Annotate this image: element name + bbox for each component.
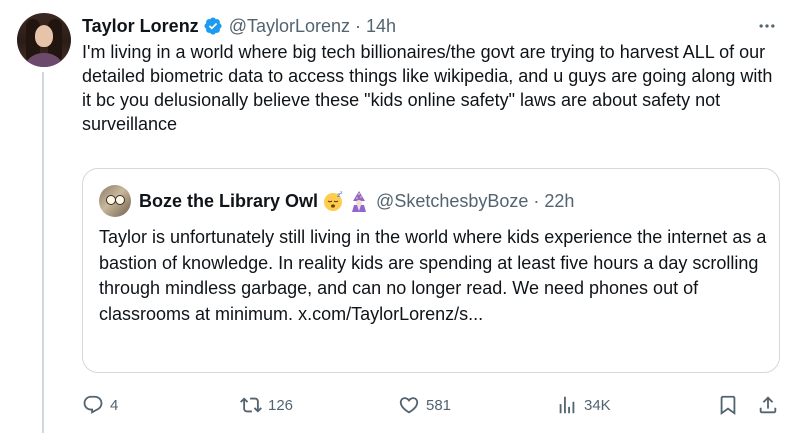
reply-icon xyxy=(82,394,104,416)
bookmark-icon xyxy=(717,394,739,416)
quoted-tweet-text: Taylor is unfortunately still living in … xyxy=(99,225,769,327)
quoted-tweet[interactable]: Boze the Library Owl z z @SketchesbyBoze… xyxy=(82,168,780,373)
quoted-tweet-link[interactable]: x.com/TaylorLorenz/s... xyxy=(298,304,483,324)
thread-line xyxy=(42,72,44,433)
verified-badge-icon xyxy=(203,16,223,36)
quoted-tweet-timestamp: 22h xyxy=(544,190,575,211)
more-options-icon[interactable] xyxy=(755,14,779,38)
share-icon xyxy=(757,394,779,416)
quoted-header-separator: · xyxy=(533,190,540,211)
tweet[interactable]: Taylor Lorenz @TaylorLorenz · 14h I'm li… xyxy=(0,0,799,433)
views-count: 34K xyxy=(584,396,611,414)
quoted-author-handle: @SketchesbyBoze xyxy=(376,190,529,211)
like-count: 581 xyxy=(426,396,452,414)
action-bar: 4 126 581 34K xyxy=(82,392,782,418)
analytics-icon xyxy=(556,394,578,416)
tweet-header: Taylor Lorenz @TaylorLorenz · 14h xyxy=(82,14,396,38)
quoted-author-name: Boze the Library Owl xyxy=(139,190,319,211)
mage-emoji-icon xyxy=(348,190,370,212)
like-button[interactable]: 581 xyxy=(398,392,451,418)
tweet-text: I'm living in a world where big tech bil… xyxy=(82,42,773,134)
reply-count: 4 xyxy=(110,396,119,414)
svg-text:z: z xyxy=(340,190,343,195)
share-button[interactable] xyxy=(757,392,779,418)
quoted-tweet-header: Boze the Library Owl z z @SketchesbyBoze… xyxy=(139,189,574,213)
repost-icon xyxy=(240,394,262,416)
heart-icon xyxy=(398,394,420,416)
header-separator: · xyxy=(355,15,362,36)
repost-button[interactable]: 126 xyxy=(240,392,293,418)
tweet-timestamp[interactable]: 14h xyxy=(366,16,396,37)
bookmark-button[interactable] xyxy=(717,392,739,418)
reply-button[interactable]: 4 xyxy=(82,392,118,418)
quoted-author-avatar[interactable] xyxy=(99,185,131,217)
author-avatar[interactable] xyxy=(17,13,71,67)
sleeping-face-emoji-icon: z z xyxy=(322,190,344,212)
author-name[interactable]: Taylor Lorenz xyxy=(82,16,199,37)
repost-count: 126 xyxy=(268,396,294,414)
views-button[interactable]: 34K xyxy=(556,392,611,418)
author-handle[interactable]: @TaylorLorenz xyxy=(229,16,350,37)
